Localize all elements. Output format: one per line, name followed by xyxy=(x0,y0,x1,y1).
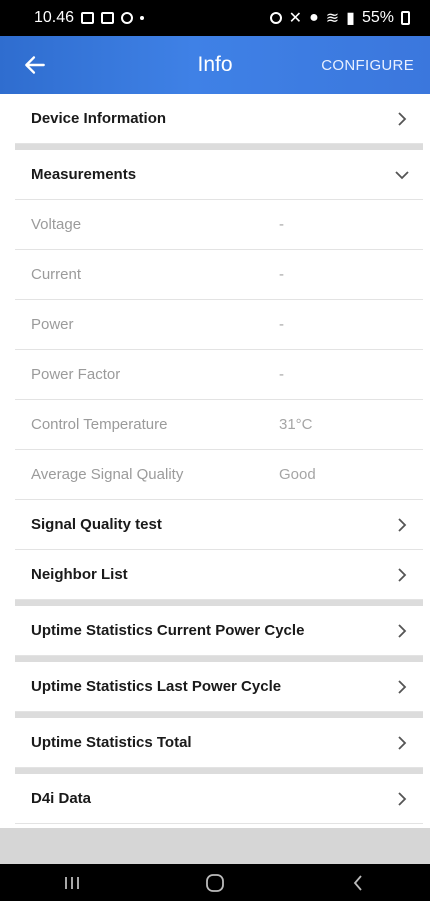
chevron-down-icon xyxy=(395,170,409,179)
measurement-row-power-factor: Power Factor - xyxy=(15,350,423,400)
measurement-value: Good xyxy=(279,466,316,483)
home-icon xyxy=(206,873,224,892)
chevron-right-icon xyxy=(398,679,407,694)
status-bar: 10.46 ✕ ● ≋ ▮ 55% xyxy=(0,0,430,36)
measurement-value: 31°C xyxy=(279,416,313,433)
measurement-label: Voltage xyxy=(31,216,82,233)
alarm-icon xyxy=(269,12,282,24)
section-device-information[interactable]: Device Information xyxy=(15,94,423,144)
status-time: 10.46 xyxy=(34,9,75,26)
measurement-label: Power Factor xyxy=(31,366,121,383)
battery-icon xyxy=(401,11,410,25)
battery-level: 55% xyxy=(361,9,394,26)
measurement-value: - xyxy=(279,266,284,283)
section-label: Uptime Statistics Total xyxy=(31,734,192,751)
signal-icon: ▮ xyxy=(346,10,355,27)
section-label: Device Information xyxy=(31,110,167,127)
chevron-right-icon xyxy=(398,791,407,806)
status-right: ✕ ● ≋ ▮ 55% xyxy=(269,8,410,28)
measurement-value: - xyxy=(279,216,284,233)
notification-icon xyxy=(121,12,134,24)
configure-button[interactable]: CONFIGURE xyxy=(321,57,414,74)
section-neighbor-list[interactable]: Neighbor List xyxy=(15,550,423,600)
system-nav-bar xyxy=(0,864,430,901)
more-notifications-icon xyxy=(140,16,145,20)
measurement-row-voltage: Voltage - xyxy=(15,200,423,250)
measurement-row-power: Power - xyxy=(15,300,423,350)
section-label: Uptime Statistics Current Power Cycle xyxy=(31,622,305,639)
measurement-value: - xyxy=(279,316,284,333)
wifi-icon: ≋ xyxy=(325,10,340,27)
section-label: D4i Data xyxy=(31,790,92,807)
instagram-icon xyxy=(101,12,115,24)
section-label: Signal Quality test xyxy=(31,516,162,533)
app-bar: Info CONFIGURE xyxy=(0,36,430,94)
section-d4i-data[interactable]: D4i Data xyxy=(15,774,423,824)
chevron-right-icon xyxy=(398,111,407,126)
recent-apps-button[interactable] xyxy=(52,871,92,895)
chevron-right-icon xyxy=(398,735,407,750)
measurement-row-current: Current - xyxy=(15,250,423,300)
section-signal-quality-test[interactable]: Signal Quality test xyxy=(15,500,423,550)
mute-icon: ✕ xyxy=(288,10,303,27)
chevron-right-icon xyxy=(398,623,407,638)
gallery-icon xyxy=(81,12,95,24)
recent-apps-icon xyxy=(64,876,79,889)
back-icon xyxy=(354,874,362,891)
measurement-label: Average Signal Quality xyxy=(31,466,184,483)
measurement-value: - xyxy=(279,366,284,383)
footer-spacer xyxy=(0,828,430,864)
section-uptime-total[interactable]: Uptime Statistics Total xyxy=(15,718,423,768)
measurement-label: Control Temperature xyxy=(31,416,168,433)
chevron-right-icon xyxy=(398,567,407,582)
section-measurements[interactable]: Measurements xyxy=(15,150,423,200)
back-button[interactable] xyxy=(338,871,378,895)
info-list: Device Information Measurements Voltage … xyxy=(15,94,423,824)
measurement-row-average-signal-quality: Average Signal Quality Good xyxy=(15,450,423,500)
location-icon: ● xyxy=(309,9,319,26)
status-left: 10.46 xyxy=(34,9,145,27)
section-uptime-last[interactable]: Uptime Statistics Last Power Cycle xyxy=(15,662,423,712)
home-button[interactable] xyxy=(195,871,235,895)
section-uptime-current[interactable]: Uptime Statistics Current Power Cycle xyxy=(15,606,423,656)
measurement-row-control-temperature: Control Temperature 31°C xyxy=(15,400,423,450)
measurement-label: Power xyxy=(31,316,74,333)
section-label: Measurements xyxy=(31,166,137,183)
chevron-right-icon xyxy=(398,517,407,532)
measurement-label: Current xyxy=(31,266,82,283)
section-label: Neighbor List xyxy=(31,566,128,583)
section-label: Uptime Statistics Last Power Cycle xyxy=(31,678,282,695)
